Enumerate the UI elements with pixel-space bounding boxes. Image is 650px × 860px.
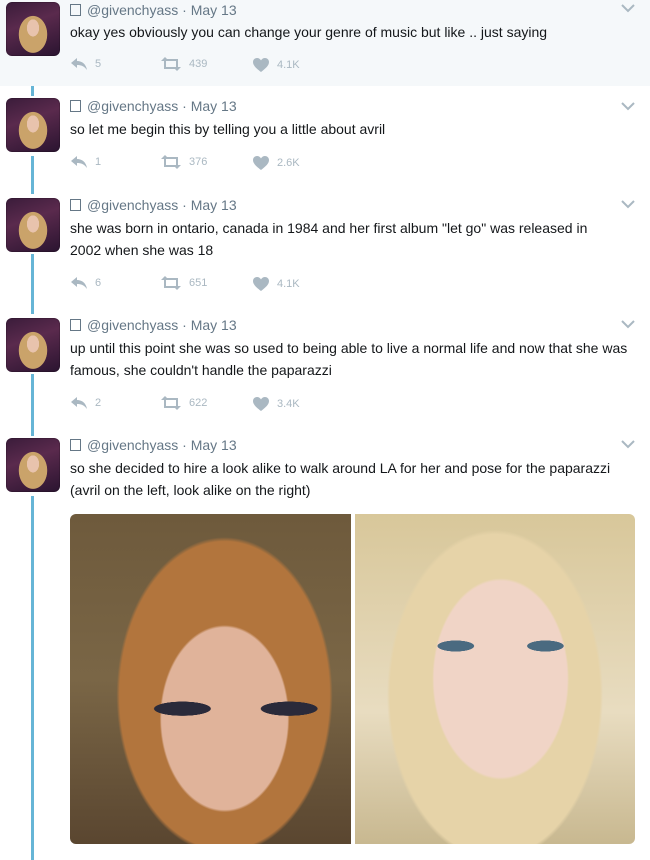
heart-icon xyxy=(253,58,269,72)
tweet-header: @givenchyass · May 13 xyxy=(70,317,237,333)
tweet-header: @givenchyass · May 13 xyxy=(70,98,237,114)
tweet-date[interactable]: May 13 xyxy=(191,317,237,333)
missing-glyph-box xyxy=(70,319,81,331)
like-count: 2.6K xyxy=(277,157,300,169)
chevron-down-icon[interactable] xyxy=(620,198,636,210)
retweet-count: 439 xyxy=(189,58,208,70)
chevron-down-icon[interactable] xyxy=(620,2,636,14)
separator: · xyxy=(178,197,191,213)
avatar[interactable] xyxy=(6,318,60,372)
reply-action[interactable]: 6 xyxy=(70,276,101,290)
reply-action[interactable]: 1 xyxy=(70,155,101,169)
missing-glyph-box xyxy=(70,4,81,16)
tweet[interactable]: @givenchyass · May 13 she was born in on… xyxy=(0,186,650,306)
photo-avril[interactable] xyxy=(70,514,351,844)
reply-action[interactable]: 5 xyxy=(70,57,101,71)
tweet-date[interactable]: May 13 xyxy=(191,437,237,453)
chevron-down-icon[interactable] xyxy=(620,438,636,450)
like-action[interactable]: 2.6K xyxy=(252,155,300,171)
tweet-text: okay yes obviously you can change your g… xyxy=(70,24,548,40)
separator: · xyxy=(178,437,191,453)
like-count: 3.4K xyxy=(277,398,300,410)
tweet-text: so she decided to hire a look alike to w… xyxy=(70,460,611,498)
reply-icon xyxy=(71,156,87,168)
media-grid xyxy=(70,514,635,844)
author-handle[interactable]: @givenchyass xyxy=(87,197,178,213)
missing-glyph-box xyxy=(70,439,81,451)
reply-action[interactable]: 2 xyxy=(70,396,101,410)
tweet[interactable]: @givenchyass · May 13 up until this poin… xyxy=(0,306,650,426)
chevron-down-icon[interactable] xyxy=(620,318,636,330)
retweet-action[interactable]: 651 xyxy=(160,276,207,290)
retweet-action[interactable]: 622 xyxy=(160,396,207,410)
reply-count: 2 xyxy=(95,397,102,409)
tweet[interactable]: @givenchyass · May 13 so let me begin th… xyxy=(0,86,650,186)
author-handle[interactable]: @givenchyass xyxy=(87,2,178,18)
tweet-date[interactable]: May 13 xyxy=(191,2,237,18)
separator: · xyxy=(178,2,191,18)
chevron-down-icon[interactable] xyxy=(620,100,636,112)
retweet-action[interactable]: 439 xyxy=(160,57,207,71)
tweet-date[interactable]: May 13 xyxy=(191,197,237,213)
retweet-icon xyxy=(161,155,181,169)
reply-count: 1 xyxy=(95,156,102,168)
retweet-icon xyxy=(161,396,181,410)
tweet-text: so let me begin this by telling you a li… xyxy=(70,121,386,137)
tweet-date[interactable]: May 13 xyxy=(191,98,237,114)
author-handle[interactable]: @givenchyass xyxy=(87,437,178,453)
like-count: 4.1K xyxy=(277,59,300,71)
reply-count: 6 xyxy=(95,277,102,289)
author-handle[interactable]: @givenchyass xyxy=(87,317,178,333)
retweet-action[interactable]: 376 xyxy=(160,155,207,169)
reply-icon xyxy=(71,58,87,70)
tweet-header: @givenchyass · May 13 xyxy=(70,437,237,453)
missing-glyph-box xyxy=(70,100,81,112)
tweet-header: @givenchyass · May 13 xyxy=(70,2,237,18)
separator: · xyxy=(178,317,191,333)
like-action[interactable]: 4.1K xyxy=(252,276,300,292)
like-count: 4.1K xyxy=(277,278,300,290)
tweet-text: she was born in ontario, canada in 1984 … xyxy=(70,220,588,258)
retweet-icon xyxy=(161,276,181,290)
like-action[interactable]: 3.4K xyxy=(252,396,300,412)
avatar[interactable] xyxy=(6,98,60,152)
reply-icon xyxy=(71,397,87,409)
missing-glyph-box xyxy=(70,199,81,211)
heart-icon xyxy=(253,277,269,291)
reply-icon xyxy=(71,277,87,289)
author-handle[interactable]: @givenchyass xyxy=(87,98,178,114)
avatar[interactable] xyxy=(6,438,60,492)
avatar[interactable] xyxy=(6,198,60,252)
reply-count: 5 xyxy=(95,58,102,70)
heart-icon xyxy=(253,156,269,170)
retweet-count: 651 xyxy=(189,277,208,289)
photo-look-alike[interactable] xyxy=(355,514,635,844)
retweet-count: 622 xyxy=(189,397,208,409)
separator: · xyxy=(178,98,191,114)
retweet-count: 376 xyxy=(189,156,208,168)
tweet[interactable]: @givenchyass · May 13 okay yes obviously… xyxy=(0,0,650,86)
avatar[interactable] xyxy=(6,2,60,56)
retweet-icon xyxy=(161,57,181,71)
tweet-text: up until this point she was so used to b… xyxy=(70,340,628,378)
tweet-header: @givenchyass · May 13 xyxy=(70,197,237,213)
heart-icon xyxy=(253,397,269,411)
like-action[interactable]: 4.1K xyxy=(252,57,300,73)
